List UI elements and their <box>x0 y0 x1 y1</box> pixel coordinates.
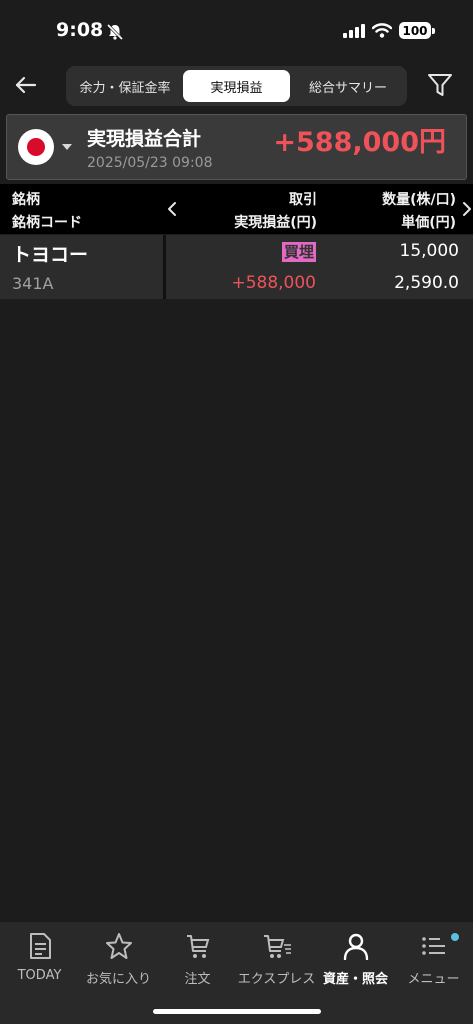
express-cart-icon <box>263 935 291 958</box>
person-icon <box>343 933 368 960</box>
menu-list-icon <box>421 937 445 955</box>
signal-icon <box>343 23 365 38</box>
stock-code: 341A <box>12 274 54 293</box>
quantity-value: 15,000 <box>399 241 459 261</box>
nav-assets[interactable]: 資産・照会 <box>316 930 395 992</box>
bell-slash-icon <box>106 23 124 41</box>
nav-menu[interactable]: メニュー <box>394 930 473 992</box>
chevron-left-icon[interactable] <box>166 201 178 217</box>
column-divider <box>163 235 166 299</box>
cart-icon <box>186 935 209 958</box>
status-bar: 9:08 100 <box>0 0 473 62</box>
realized-pl-summary: 実現損益合計 2025/05/23 09:08 +588,000円 <box>6 114 467 180</box>
wifi-icon <box>372 23 392 38</box>
chevron-right-icon[interactable] <box>461 201 473 217</box>
filter-icon[interactable] <box>427 71 453 99</box>
header: 余力・保証金率 実現損益 総合サマリー <box>0 62 473 112</box>
japan-flag-icon[interactable] <box>18 129 54 165</box>
tab-total-summary[interactable]: 総合サマリー <box>293 70 403 102</box>
stock-name: トヨコー <box>12 244 89 266</box>
nav-today[interactable]: TODAY <box>0 930 79 992</box>
segmented-control: 余力・保証金率 実現損益 総合サマリー <box>66 66 407 106</box>
chevron-down-icon[interactable] <box>62 144 72 150</box>
header-realized-pl: 実現損益(円) <box>234 215 317 231</box>
notification-dot <box>451 933 459 941</box>
header-unit-price: 単価(円) <box>401 215 456 231</box>
tab-realized-pl[interactable]: 実現損益 <box>183 70 290 102</box>
status-time: 9:08 <box>56 19 104 41</box>
bottom-tab-bar: TODAY お気に入り 注文 エクスプレス 資産・照会 メニュー <box>0 922 473 1024</box>
header-stock-code: 銘柄コード <box>12 215 82 231</box>
back-arrow-icon[interactable] <box>12 71 40 99</box>
header-stock: 銘柄 <box>12 192 40 208</box>
trade-type-badge: 買埋 <box>281 242 316 262</box>
nav-order[interactable]: 注文 <box>158 930 237 992</box>
unit-price-value: 2,590.0 <box>394 273 459 293</box>
header-quantity: 数量(株/口) <box>382 192 456 208</box>
nav-favorites[interactable]: お気に入り <box>79 930 158 992</box>
summary-date: 2025/05/23 09:08 <box>87 155 213 171</box>
summary-total-value: +588,000円 <box>273 127 446 158</box>
header-trade: 取引 <box>289 192 317 208</box>
realized-pl-value: +588,000 <box>231 273 316 293</box>
table-row[interactable]: トヨコー 341A 買埋 +588,000 15,000 2,590.0 <box>0 235 473 299</box>
document-icon <box>29 933 51 959</box>
table-header: 銘柄 銘柄コード 取引 実現損益(円) 数量(株/口) 単価(円) <box>0 184 473 234</box>
summary-title: 実現損益合計 <box>87 128 202 150</box>
tab-margin-rate[interactable]: 余力・保証金率 <box>70 70 180 102</box>
home-indicator <box>153 1009 321 1014</box>
nav-express[interactable]: エクスプレス <box>237 930 316 992</box>
star-icon <box>105 933 132 959</box>
battery-icon: 100 <box>399 22 435 39</box>
